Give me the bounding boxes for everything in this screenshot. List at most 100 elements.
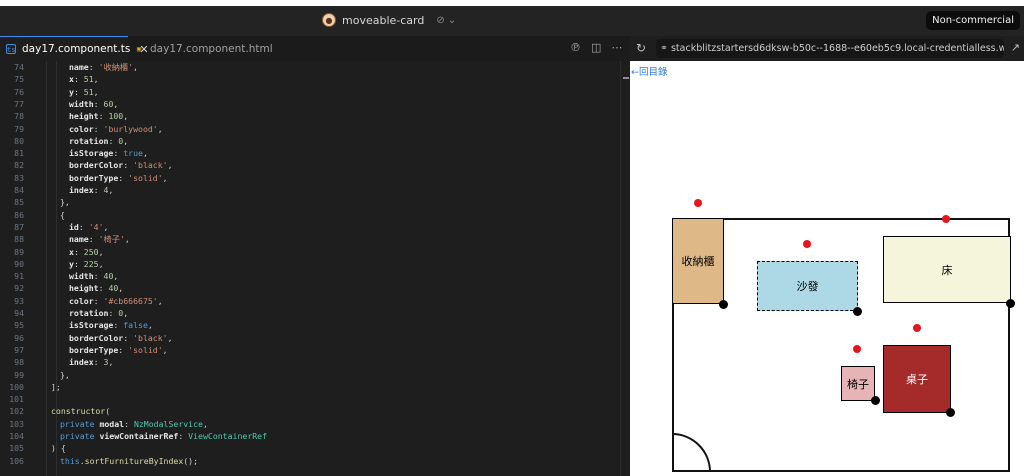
code-token: , <box>108 357 114 368</box>
refresh-icon[interactable]: ↻ <box>636 41 646 55</box>
code-token: 'burlywood' <box>103 123 158 134</box>
code-line[interactable]: 95 isStorage: false, <box>0 319 620 331</box>
code-text: }, <box>60 369 70 381</box>
code-editor[interactable]: 74 name: '收納櫃', 75 x: 51, 76 y: 51, 77 width: 6… <box>0 61 620 476</box>
tab-html-file[interactable]: ▣ day17.component.html <box>128 36 279 61</box>
preview-pin-icon[interactable]: ℗ <box>570 41 581 54</box>
code-token: borderColor <box>69 160 124 171</box>
furniture-label: 沙發 <box>796 280 819 293</box>
resize-handle[interactable] <box>853 307 862 316</box>
code-line[interactable]: 97 borderType: 'solid', <box>0 344 620 356</box>
code-line[interactable]: 82 borderColor: 'black', <box>0 159 620 171</box>
code-line[interactable]: 96 borderColor: 'black', <box>0 332 620 344</box>
code-text: ]; <box>51 381 61 393</box>
resize-handle[interactable] <box>719 300 728 309</box>
code-line[interactable]: 106 this.sortFurnitureByIndex(); <box>0 455 620 467</box>
tab-ts-file[interactable]: ts day17.component.ts ✕ <box>0 36 149 61</box>
code-token: NzModalService <box>133 418 203 429</box>
code-line[interactable]: 92 height: 40, <box>0 282 620 294</box>
furniture-label: 椅子 <box>847 377 869 391</box>
line-number: 75 <box>14 74 24 85</box>
code-line[interactable]: 98 index: 3, <box>0 356 620 368</box>
furniture-storage-cabinet[interactable]: 收納櫃 <box>672 218 724 304</box>
code-token: : <box>178 431 189 441</box>
code-line[interactable]: 84 index: 4, <box>0 184 620 196</box>
code-line[interactable]: 104 private viewContainerRef: ViewContain… <box>0 430 620 442</box>
code-line[interactable]: 80 rotation: 0, <box>0 135 620 147</box>
rotate-handle[interactable] <box>803 240 811 248</box>
open-new-window-icon[interactable]: ↗ <box>1011 41 1020 54</box>
code-line[interactable]: 105) { <box>0 442 620 454</box>
code-line[interactable]: 99}, <box>0 369 620 381</box>
furniture-table[interactable]: 桌子 <box>883 345 951 413</box>
code-token: , <box>118 283 124 294</box>
code-token: }, <box>60 197 70 208</box>
line-number: 96 <box>14 332 24 343</box>
resize-handle[interactable] <box>871 396 880 405</box>
typescript-file-icon: ts <box>6 44 16 54</box>
project-switcher[interactable]: ● moveable-card ⊘ ⌄ <box>322 13 456 27</box>
project-avatar-icon: ● <box>322 13 336 27</box>
code-line[interactable]: 79 color: 'burlywood', <box>0 123 620 135</box>
line-number: 103 <box>9 418 24 429</box>
code-token: index <box>69 185 94 195</box>
code-line[interactable]: 93 color: '#cb666675', <box>0 295 620 307</box>
code-token: : <box>88 62 99 72</box>
editor-scrollbar[interactable] <box>620 61 630 476</box>
code-text: rotation: 0, <box>69 307 128 319</box>
code-line[interactable]: 89 x: 250, <box>0 246 620 258</box>
split-editor-icon[interactable]: ◫ <box>591 41 601 54</box>
code-line[interactable]: 94 rotation: 0, <box>0 307 620 319</box>
line-number: 102 <box>9 406 24 417</box>
license-badge[interactable]: Non-commercial <box>926 11 1020 30</box>
url-bar[interactable]: ⚭ stackblitzstartersd6dksw-b50c--1688--e6… <box>656 39 1004 58</box>
code-line[interactable]: 102 constructor( <box>0 405 620 417</box>
code-text: name: '椅子', <box>69 233 130 245</box>
resize-handle[interactable] <box>1006 299 1015 308</box>
furniture-chair[interactable]: 椅子 <box>841 366 875 401</box>
rotate-handle[interactable] <box>853 345 861 353</box>
code-text: }, <box>60 196 70 208</box>
code-line[interactable]: 103 private modal: NzModalService, <box>0 418 620 430</box>
code-token: , <box>162 344 168 355</box>
code-token: 'solid' <box>128 344 163 355</box>
code-line[interactable]: 77 width: 60, <box>0 98 620 110</box>
code-text: private modal: NzModalService, <box>60 418 208 430</box>
code-line[interactable]: 78 height: 100, <box>0 110 620 122</box>
code-line[interactable]: 101 <box>0 393 620 405</box>
code-line[interactable]: 75 x: 51, <box>0 73 620 85</box>
code-text: isStorage: false, <box>69 319 153 331</box>
resize-handle[interactable] <box>946 408 955 417</box>
html-file-icon: ▣ <box>136 44 142 53</box>
furniture-sofa[interactable]: 沙發 <box>757 261 858 311</box>
code-line[interactable]: 81 isStorage: true, <box>0 147 620 159</box>
furniture-bed[interactable]: 床 <box>883 236 1011 303</box>
line-number: 95 <box>14 320 24 331</box>
code-line[interactable]: 100]; <box>0 381 620 393</box>
code-token: width <box>69 271 94 282</box>
line-number: 78 <box>14 111 24 122</box>
code-line[interactable]: 91 width: 40, <box>0 270 620 282</box>
rotate-handle[interactable] <box>942 215 950 223</box>
tab-label: day17.component.html <box>150 42 273 55</box>
code-line[interactable]: 74 name: '收納櫃', <box>0 61 620 73</box>
rotate-handle[interactable] <box>694 199 702 207</box>
code-line[interactable]: 86 { <box>0 209 620 221</box>
code-line[interactable]: 85}, <box>0 196 620 208</box>
back-to-index-link[interactable]: ←回目錄 <box>631 64 667 78</box>
line-number: 100 <box>9 381 24 392</box>
rotate-handle[interactable] <box>913 324 921 332</box>
code-line[interactable]: 87 id: '4', <box>0 221 620 233</box>
line-number: 79 <box>14 123 24 134</box>
line-number: 89 <box>14 246 24 257</box>
code-token: id <box>69 221 79 232</box>
code-token: ViewContainerRef <box>188 431 268 441</box>
code-line[interactable]: 90 y: 225, <box>0 258 620 270</box>
code-token: : <box>108 308 119 318</box>
code-token: , <box>124 234 130 245</box>
code-line[interactable]: 88 name: '椅子', <box>0 233 620 245</box>
code-line[interactable]: 76 y: 51, <box>0 86 620 98</box>
code-line[interactable]: 83 borderType: 'solid', <box>0 172 620 184</box>
more-actions-icon[interactable]: ⋯ <box>611 41 622 54</box>
code-token: '收納櫃' <box>98 62 133 72</box>
